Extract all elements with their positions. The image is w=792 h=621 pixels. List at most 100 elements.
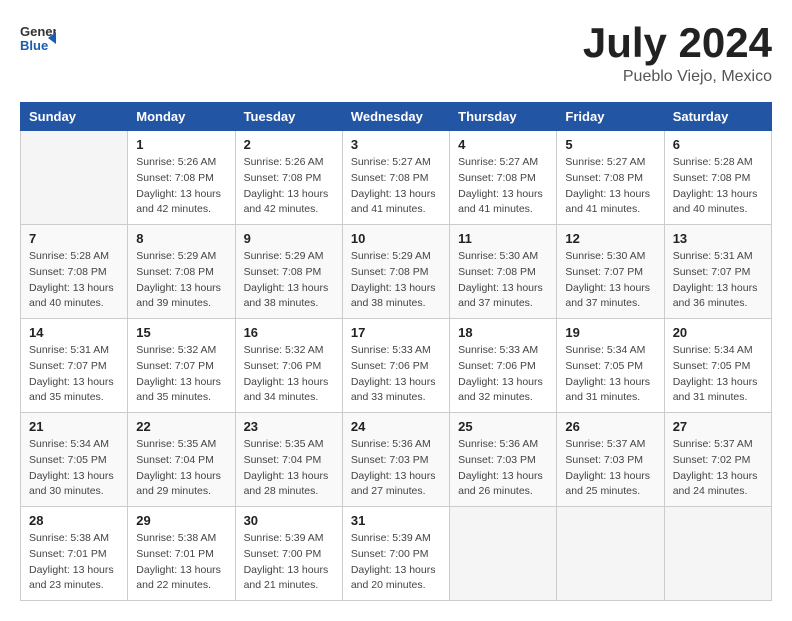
day-info: Sunrise: 5:38 AMSunset: 7:01 PMDaylight:… (136, 531, 226, 594)
day-info: Sunrise: 5:39 AMSunset: 7:00 PMDaylight:… (351, 531, 441, 594)
logo: General Blue (20, 20, 56, 61)
day-number: 8 (136, 231, 226, 246)
calendar-cell: 3 Sunrise: 5:27 AMSunset: 7:08 PMDaylight… (342, 131, 449, 225)
day-info: Sunrise: 5:29 AMSunset: 7:08 PMDaylight:… (136, 249, 226, 312)
day-info: Sunrise: 5:39 AMSunset: 7:00 PMDaylight:… (244, 531, 334, 594)
location-subtitle: Pueblo Viejo, Mexico (583, 68, 772, 86)
calendar-cell: 14 Sunrise: 5:31 AMSunset: 7:07 PMDayligh… (21, 319, 128, 413)
calendar-cell: 11Sunrise: 5:30 AMSunset: 7:08 PMDayligh… (450, 225, 557, 319)
day-info: Sunrise: 5:36 AMSunset: 7:03 PMDaylight:… (351, 437, 441, 500)
day-number: 26 (565, 419, 655, 434)
day-number: 20 (673, 325, 763, 340)
header-wednesday: Wednesday (342, 103, 449, 131)
day-info: Sunrise: 5:36 AMSunset: 7:03 PMDaylight:… (458, 437, 548, 500)
day-number: 13 (673, 231, 763, 246)
calendar-cell (450, 507, 557, 601)
day-info: Sunrise: 5:34 AMSunset: 7:05 PMDaylight:… (673, 343, 763, 406)
calendar-cell: 19 Sunrise: 5:34 AMSunset: 7:05 PMDayligh… (557, 319, 664, 413)
calendar-cell: 7 Sunrise: 5:28 AMSunset: 7:08 PMDaylight… (21, 225, 128, 319)
calendar-week-5: 28 Sunrise: 5:38 AMSunset: 7:01 PMDayligh… (21, 507, 772, 601)
calendar-cell: 31Sunrise: 5:39 AMSunset: 7:00 PMDayligh… (342, 507, 449, 601)
day-info: Sunrise: 5:29 AMSunset: 7:08 PMDaylight:… (244, 249, 334, 312)
page-header: General Blue July 2024 Pueblo Viejo, Mex… (20, 20, 772, 86)
calendar-cell: 17 Sunrise: 5:33 AMSunset: 7:06 PMDayligh… (342, 319, 449, 413)
day-number: 25 (458, 419, 548, 434)
calendar-week-4: 21 Sunrise: 5:34 AMSunset: 7:05 PMDayligh… (21, 413, 772, 507)
day-number: 4 (458, 137, 548, 152)
calendar-cell: 22 Sunrise: 5:35 AMSunset: 7:04 PMDayligh… (128, 413, 235, 507)
calendar-cell (21, 131, 128, 225)
day-info: Sunrise: 5:27 AMSunset: 7:08 PMDaylight:… (458, 155, 548, 218)
day-info: Sunrise: 5:35 AMSunset: 7:04 PMDaylight:… (244, 437, 334, 500)
day-info: Sunrise: 5:33 AMSunset: 7:06 PMDaylight:… (351, 343, 441, 406)
calendar-cell: 2Sunrise: 5:26 AMSunset: 7:08 PMDaylight… (235, 131, 342, 225)
logo-graphic: General Blue (20, 20, 56, 61)
calendar-cell: 13 Sunrise: 5:31 AMSunset: 7:07 PMDayligh… (664, 225, 771, 319)
day-number: 21 (29, 419, 119, 434)
day-info: Sunrise: 5:37 AMSunset: 7:02 PMDaylight:… (673, 437, 763, 500)
calendar-cell: 16 Sunrise: 5:32 AMSunset: 7:06 PMDayligh… (235, 319, 342, 413)
day-number: 5 (565, 137, 655, 152)
day-number: 12 (565, 231, 655, 246)
day-number: 9 (244, 231, 334, 246)
day-number: 23 (244, 419, 334, 434)
calendar-cell: 1 Sunrise: 5:26 AMSunset: 7:08 PMDaylight… (128, 131, 235, 225)
day-info: Sunrise: 5:31 AMSunset: 7:07 PMDaylight:… (29, 343, 119, 406)
header-thursday: Thursday (450, 103, 557, 131)
day-info: Sunrise: 5:31 AMSunset: 7:07 PMDaylight:… (673, 249, 763, 312)
day-info: Sunrise: 5:27 AMSunset: 7:08 PMDaylight:… (351, 155, 441, 218)
calendar-cell: 12Sunrise: 5:30 AMSunset: 7:07 PMDayligh… (557, 225, 664, 319)
day-number: 11 (458, 231, 548, 246)
calendar-cell: 21 Sunrise: 5:34 AMSunset: 7:05 PMDayligh… (21, 413, 128, 507)
calendar-table: SundayMondayTuesdayWednesdayThursdayFrid… (20, 102, 772, 601)
day-number: 24 (351, 419, 441, 434)
day-info: Sunrise: 5:27 AMSunset: 7:08 PMDaylight:… (565, 155, 655, 218)
calendar-cell (557, 507, 664, 601)
header-tuesday: Tuesday (235, 103, 342, 131)
day-number: 19 (565, 325, 655, 340)
calendar-week-1: 1 Sunrise: 5:26 AMSunset: 7:08 PMDaylight… (21, 131, 772, 225)
calendar-cell: 5 Sunrise: 5:27 AMSunset: 7:08 PMDaylight… (557, 131, 664, 225)
header-sunday: Sunday (21, 103, 128, 131)
day-number: 17 (351, 325, 441, 340)
calendar-cell: 27Sunrise: 5:37 AMSunset: 7:02 PMDayligh… (664, 413, 771, 507)
calendar-cell (664, 507, 771, 601)
calendar-cell: 25 Sunrise: 5:36 AMSunset: 7:03 PMDayligh… (450, 413, 557, 507)
day-info: Sunrise: 5:34 AMSunset: 7:05 PMDaylight:… (565, 343, 655, 406)
calendar-cell: 15 Sunrise: 5:32 AMSunset: 7:07 PMDayligh… (128, 319, 235, 413)
calendar-cell: 6Sunrise: 5:28 AMSunset: 7:08 PMDaylight… (664, 131, 771, 225)
calendar-cell: 29 Sunrise: 5:38 AMSunset: 7:01 PMDayligh… (128, 507, 235, 601)
calendar-cell: 8 Sunrise: 5:29 AMSunset: 7:08 PMDaylight… (128, 225, 235, 319)
day-number: 14 (29, 325, 119, 340)
day-number: 29 (136, 513, 226, 528)
header-saturday: Saturday (664, 103, 771, 131)
day-number: 16 (244, 325, 334, 340)
calendar-cell: 18Sunrise: 5:33 AMSunset: 7:06 PMDayligh… (450, 319, 557, 413)
svg-text:Blue: Blue (20, 38, 48, 53)
day-number: 28 (29, 513, 119, 528)
day-info: Sunrise: 5:37 AMSunset: 7:03 PMDaylight:… (565, 437, 655, 500)
day-info: Sunrise: 5:32 AMSunset: 7:06 PMDaylight:… (244, 343, 334, 406)
day-info: Sunrise: 5:35 AMSunset: 7:04 PMDaylight:… (136, 437, 226, 500)
day-info: Sunrise: 5:33 AMSunset: 7:06 PMDaylight:… (458, 343, 548, 406)
calendar-header-row: SundayMondayTuesdayWednesdayThursdayFrid… (21, 103, 772, 131)
day-number: 22 (136, 419, 226, 434)
day-number: 15 (136, 325, 226, 340)
day-info: Sunrise: 5:26 AMSunset: 7:08 PMDaylight:… (244, 155, 334, 218)
calendar-cell: 26 Sunrise: 5:37 AMSunset: 7:03 PMDayligh… (557, 413, 664, 507)
calendar-cell: 28Sunrise: 5:38 AMSunset: 7:01 PMDayligh… (21, 507, 128, 601)
day-info: Sunrise: 5:28 AMSunset: 7:08 PMDaylight:… (29, 249, 119, 312)
day-info: Sunrise: 5:34 AMSunset: 7:05 PMDaylight:… (29, 437, 119, 500)
day-info: Sunrise: 5:26 AMSunset: 7:08 PMDaylight:… (136, 155, 226, 218)
calendar-week-3: 14 Sunrise: 5:31 AMSunset: 7:07 PMDayligh… (21, 319, 772, 413)
calendar-cell: 10Sunrise: 5:29 AMSunset: 7:08 PMDayligh… (342, 225, 449, 319)
header-friday: Friday (557, 103, 664, 131)
calendar-cell: 23 Sunrise: 5:35 AMSunset: 7:04 PMDayligh… (235, 413, 342, 507)
calendar-cell: 24 Sunrise: 5:36 AMSunset: 7:03 PMDayligh… (342, 413, 449, 507)
calendar-cell: 30Sunrise: 5:39 AMSunset: 7:00 PMDayligh… (235, 507, 342, 601)
day-number: 3 (351, 137, 441, 152)
day-info: Sunrise: 5:32 AMSunset: 7:07 PMDaylight:… (136, 343, 226, 406)
calendar-cell: 4 Sunrise: 5:27 AMSunset: 7:08 PMDaylight… (450, 131, 557, 225)
day-number: 1 (136, 137, 226, 152)
day-number: 7 (29, 231, 119, 246)
